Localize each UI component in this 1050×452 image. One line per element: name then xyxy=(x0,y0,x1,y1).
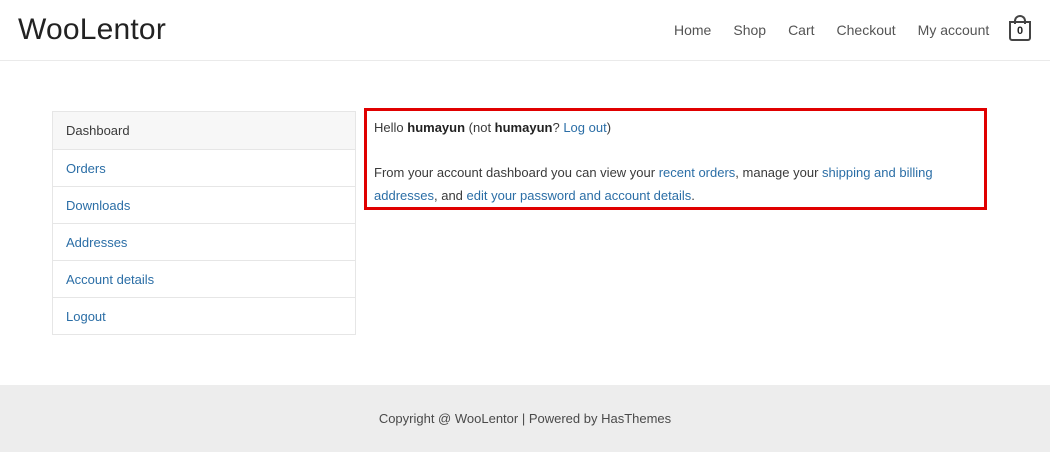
greeting: Hello humayun (not humayun? Log out) xyxy=(374,116,984,139)
dashboard-content: Hello humayun (not humayun? Log out) Fro… xyxy=(364,108,987,210)
nav-cart[interactable]: Cart xyxy=(788,22,814,38)
manage-text: , manage your xyxy=(735,165,823,180)
site-logo[interactable]: WooLentor xyxy=(18,13,166,47)
cart-icon[interactable]: 0 xyxy=(1008,14,1032,44)
greeting-not: (not xyxy=(465,120,495,135)
footer-copyright: Copyright @ WooLentor | Powered by HasTh… xyxy=(378,411,672,426)
intro-text: From your account dashboard you can view… xyxy=(374,165,659,180)
period-text: . xyxy=(691,188,695,203)
sidebar-item-dashboard[interactable]: Dashboard xyxy=(53,112,355,149)
sidebar-item-downloads[interactable]: Downloads xyxy=(53,186,355,223)
username: humayun xyxy=(407,120,466,135)
nav-checkout[interactable]: Checkout xyxy=(837,22,896,38)
recent-orders-link[interactable]: recent orders xyxy=(659,165,736,180)
and-text: , and xyxy=(433,188,467,203)
site-header: WooLentor Home Shop Cart Checkout My acc… xyxy=(0,0,1050,61)
greeting-close: ) xyxy=(606,120,612,135)
nav-my-account[interactable]: My account xyxy=(918,22,990,38)
sidebar-item-addresses[interactable]: Addresses xyxy=(53,223,355,260)
nav-shop[interactable]: Shop xyxy=(733,22,766,38)
site-footer: Copyright @ WooLentor | Powered by HasTh… xyxy=(0,385,1050,452)
main-nav: Home Shop Cart Checkout My account xyxy=(674,22,989,38)
username-repeat: humayun xyxy=(494,120,553,135)
dashboard-intro: From your account dashboard you can view… xyxy=(374,161,984,207)
cart-count: 0 xyxy=(1016,25,1024,37)
logout-link[interactable]: Log out xyxy=(563,120,606,135)
edit-account-link[interactable]: edit your password and account details xyxy=(467,188,692,203)
sidebar-item-orders[interactable]: Orders xyxy=(53,149,355,186)
account-navigation: Dashboard Orders Downloads Addresses Acc… xyxy=(52,111,356,335)
greeting-hello: Hello xyxy=(374,120,408,135)
sidebar-item-account-details[interactable]: Account details xyxy=(53,260,355,297)
nav-home[interactable]: Home xyxy=(674,22,711,38)
sidebar-item-logout[interactable]: Logout xyxy=(53,297,355,334)
greeting-question: ? xyxy=(552,120,564,135)
